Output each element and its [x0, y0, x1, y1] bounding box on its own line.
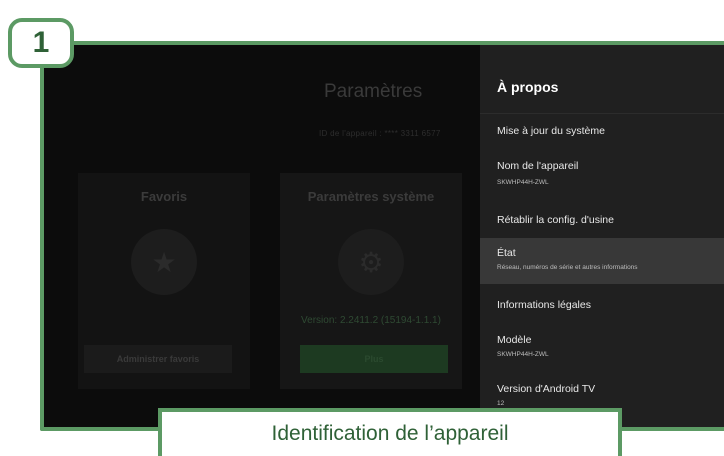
favorites-card: Favoris ★ Administrer favoris — [78, 173, 250, 389]
star-icon: ★ — [131, 229, 197, 295]
menu-item-label: Mise à jour du système — [497, 125, 605, 137]
menu-item-model[interactable]: Modèle SKWHP44H-ZWL — [480, 328, 724, 374]
menu-item-label: État — [497, 247, 516, 259]
menu-item-device-name[interactable]: Nom de l'appareil SKWHP44H-ZWL — [480, 148, 724, 202]
caption-text: Identification de l’appareil — [271, 422, 509, 445]
manage-favorites-button[interactable]: Administrer favoris — [84, 345, 232, 373]
menu-item-subtitle: Réseau, numéros de série et autres infor… — [497, 264, 638, 271]
menu-item-subtitle: 12 — [497, 400, 505, 407]
menu-item-label: Nom de l'appareil — [497, 160, 579, 172]
menu-item-label: Informations légales — [497, 299, 591, 311]
menu-item-legal-info[interactable]: Informations légales — [480, 284, 724, 328]
settings-background: Paramètres ID de l'appareil : **** 3311 … — [44, 45, 480, 427]
menu-item-status[interactable]: État Réseau, numéros de série et autres … — [480, 238, 724, 284]
system-settings-card-title: Paramètres système — [307, 189, 435, 204]
gear-icon: ⚙ — [338, 229, 404, 295]
system-settings-card: Paramètres système ⚙ Version: 2.2411.2 (… — [280, 173, 462, 389]
about-panel: À propos Mise à jour du système Nom de l… — [480, 45, 724, 427]
menu-item-subtitle: SKWHP44H-ZWL — [497, 351, 549, 358]
menu-item-label: Version d'Android TV — [497, 383, 596, 395]
menu-item-label: Rétablir la config. d'usine — [497, 214, 614, 226]
about-panel-title: À propos — [497, 79, 559, 95]
step-number-badge: 1 — [8, 18, 74, 68]
favorites-card-title: Favoris — [140, 189, 188, 204]
settings-title: Paramètres — [324, 81, 423, 102]
more-button[interactable]: Plus — [300, 345, 448, 373]
caption-box: Identification de l’appareil — [158, 408, 622, 456]
device-id-label: ID de l'appareil : **** 3311 6577 — [319, 129, 441, 138]
tv-screen: Paramètres ID de l'appareil : **** 3311 … — [40, 41, 724, 431]
menu-item-label: Modèle — [497, 334, 532, 346]
menu-item-subtitle: SKWHP44H-ZWL — [497, 179, 549, 186]
menu-item-system-update[interactable]: Mise à jour du système — [480, 114, 724, 148]
menu-item-factory-reset[interactable]: Rétablir la config. d'usine — [480, 202, 724, 238]
version-label: Version: 2.2411.2 (15194-1.1.1) — [301, 315, 441, 326]
